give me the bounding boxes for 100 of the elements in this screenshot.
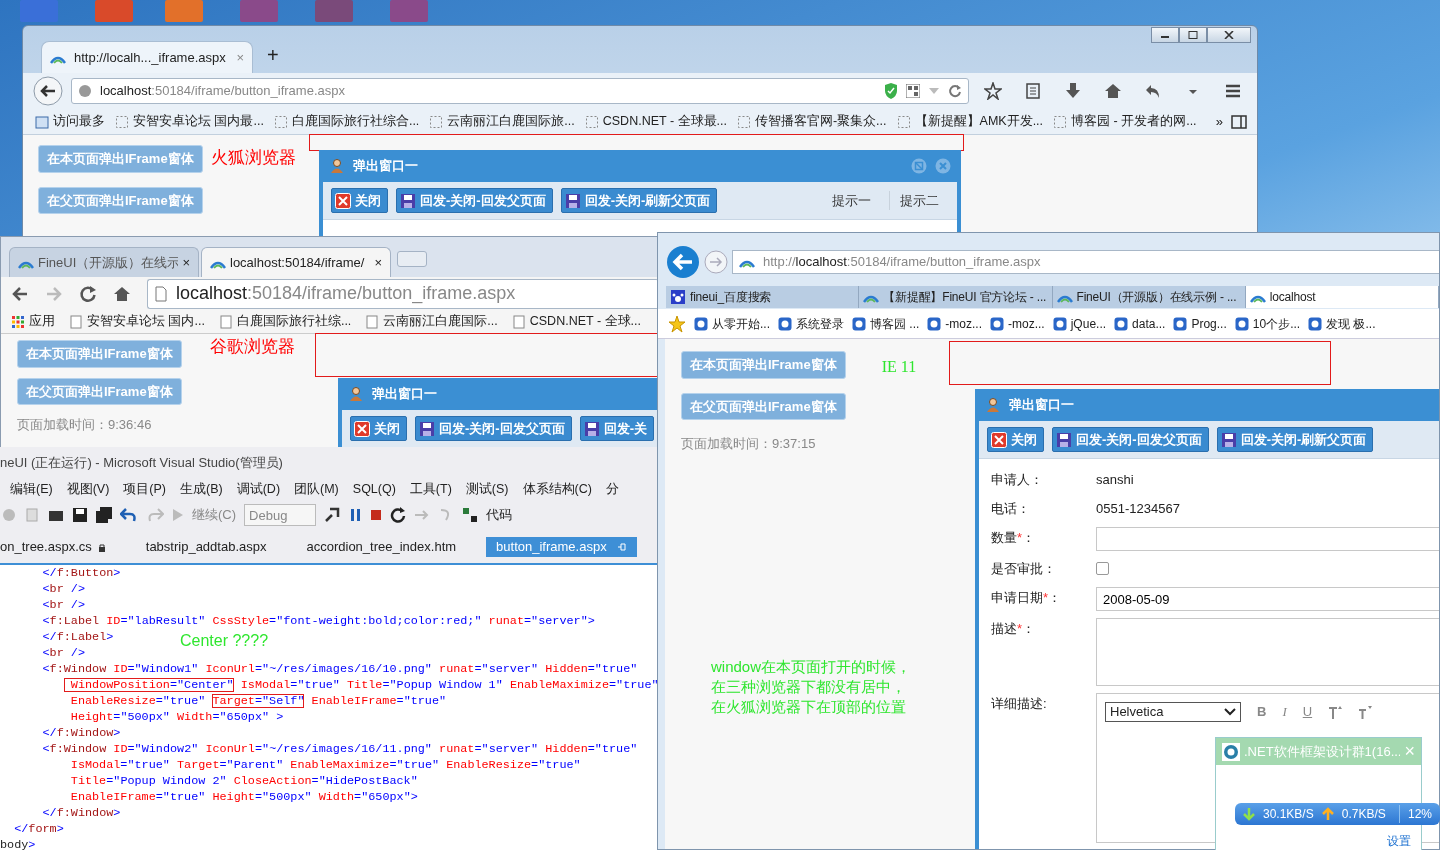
list-icon[interactable] xyxy=(1024,82,1042,100)
menu-item[interactable]: 生成(B) xyxy=(180,479,223,499)
bookmark-link[interactable]: 云南丽江白鹿国际旅... xyxy=(447,112,575,131)
favorite-link[interactable]: 从零开始... xyxy=(712,314,770,333)
tip-link[interactable]: 提示二 xyxy=(889,190,949,211)
maximize-icon xyxy=(1188,31,1198,39)
stop-icon[interactable] xyxy=(370,509,383,521)
toolbar-button[interactable]: 回发-关闭-刷新父页面 xyxy=(1216,426,1374,453)
download-icon[interactable] xyxy=(1064,82,1082,100)
maximize-button[interactable] xyxy=(1179,27,1207,43)
close-button[interactable] xyxy=(1207,27,1251,43)
bookmark-link[interactable]: 传智播客官网-聚集众... xyxy=(754,112,887,131)
favorite-link[interactable]: -moz... xyxy=(945,314,983,333)
home-icon[interactable] xyxy=(1104,82,1122,100)
star-icon[interactable] xyxy=(984,82,1002,100)
tip-link[interactable]: 提示一 xyxy=(822,190,881,211)
browser-tab[interactable]: FineUI（开源版）在线示例 - ... xyxy=(1052,286,1246,308)
tab-close-button[interactable]: × xyxy=(182,252,190,273)
menu-item[interactable]: SQL(Q) xyxy=(352,479,396,499)
minimize-button[interactable] xyxy=(1151,27,1179,43)
favorite-link[interactable]: 10个步... xyxy=(1252,314,1301,333)
menu-item[interactable]: 团队(M) xyxy=(294,479,339,499)
new-tab-button[interactable]: + xyxy=(267,39,279,70)
toolbar-button[interactable]: 关闭 xyxy=(331,187,388,214)
more-bookmarks-button[interactable]: » xyxy=(1215,111,1223,132)
bookmark-link[interactable]: 安智安卓论坛 国内... xyxy=(87,312,205,331)
browser-tab[interactable]: fineui_百度搜索 xyxy=(666,286,860,308)
reload-icon[interactable] xyxy=(79,284,97,303)
favorite-link[interactable]: jQue... xyxy=(1070,314,1107,333)
format-button[interactable]: I xyxy=(1282,702,1287,722)
floppy-icon[interactable] xyxy=(72,507,88,523)
undo-icon[interactable] xyxy=(120,507,138,523)
document-tab[interactable]: on_tree.aspx.cs xyxy=(0,537,116,557)
menu-item[interactable]: 测试(S) xyxy=(465,479,509,499)
menu-item[interactable]: 编辑(E) xyxy=(10,479,53,499)
favicon-icon xyxy=(694,316,708,331)
pause-icon[interactable] xyxy=(350,508,363,522)
favorite-link[interactable]: 系统登录 xyxy=(796,314,844,333)
toolbar-button[interactable]: 回发-关 xyxy=(579,415,654,442)
reload-icon[interactable] xyxy=(948,84,962,98)
bookmark-link[interactable]: 白鹿国际旅行社综... xyxy=(236,312,352,331)
user-icon xyxy=(985,397,1001,413)
text-decrease-icon[interactable] xyxy=(1358,705,1373,719)
favorite-link[interactable]: 发现 极... xyxy=(1326,314,1376,333)
browser-tab[interactable]: 【新提醒】FineUI 官方论坛 - ... xyxy=(859,286,1053,308)
settings-link[interactable]: 设置 xyxy=(1387,834,1411,848)
format-button[interactable]: B xyxy=(1257,702,1267,722)
pin-icon[interactable] xyxy=(616,542,627,552)
text-increase-icon[interactable] xyxy=(1328,705,1343,719)
favorite-link[interactable]: -moz... xyxy=(1008,314,1045,333)
favorite-link[interactable]: data... xyxy=(1132,314,1166,333)
menu-item[interactable]: 调试(D) xyxy=(236,479,281,499)
bookmark-link[interactable]: CSDN.NET - 全球最... xyxy=(602,112,727,131)
browser-tab[interactable]: localhost xyxy=(1245,286,1439,308)
document-tab[interactable]: accordion_tree_index.htm xyxy=(296,537,467,557)
input-field[interactable] xyxy=(1096,527,1439,551)
toolbar-button[interactable]: 关闭 xyxy=(987,426,1044,453)
home-icon[interactable] xyxy=(113,284,131,303)
sidebar-icon[interactable] xyxy=(1231,114,1247,129)
menu-item[interactable]: 项目(P) xyxy=(123,479,166,499)
qr-code-icon[interactable] xyxy=(906,84,920,98)
favorites-star-icon[interactable] xyxy=(668,314,686,333)
document-tab[interactable]: tabstrip_addtab.aspx xyxy=(135,537,277,557)
tab-close-button[interactable]: × xyxy=(374,252,382,273)
bookmark-link[interactable]: 访问最多 xyxy=(53,112,105,131)
page-icon xyxy=(273,114,288,129)
font-dropdown[interactable]: Helvetica xyxy=(1105,702,1241,722)
menu-icon[interactable] xyxy=(1224,82,1242,100)
load-time-text: 页面加载时间：9:37:15 xyxy=(681,435,817,453)
back-icon[interactable] xyxy=(11,284,29,303)
restart-icon[interactable] xyxy=(390,507,407,523)
menu-item[interactable]: 视图(V) xyxy=(66,479,110,499)
code-line: <br /> xyxy=(41,645,85,661)
toolbar-button[interactable]: 回发-关闭-回发父页面 xyxy=(415,415,572,442)
back-icon[interactable] xyxy=(33,76,63,106)
toolbar-button[interactable]: 回发-关闭-刷新父页面 xyxy=(560,187,718,214)
favorite-link[interactable]: 博客园 ... xyxy=(870,314,920,333)
bookmark-link[interactable]: 云南丽江白鹿国际... xyxy=(383,312,498,331)
toolbar-button[interactable]: 回发-关闭-回发父页面 xyxy=(396,187,553,214)
toolbar-button[interactable]: 回发-关闭-回发父页面 xyxy=(1052,426,1209,453)
code-map-button[interactable]: 代码 xyxy=(486,505,513,525)
menu-item[interactable]: 体系结构(C) xyxy=(522,479,592,499)
format-button[interactable]: U xyxy=(1302,702,1313,722)
browser-tab[interactable]: localhost:50184/iframe/ × xyxy=(201,247,391,277)
browser-tab[interactable]: http://localh..._iframe.aspx × xyxy=(41,41,253,73)
menu-item[interactable]: 分 xyxy=(605,479,619,499)
bookmark-link[interactable]: 安智安卓论坛 国内最... xyxy=(133,112,264,131)
bookmark-link[interactable]: 应用 xyxy=(29,312,55,331)
checkbox[interactable] xyxy=(1096,562,1109,575)
menu-item[interactable]: 工具(T) xyxy=(409,479,452,499)
bookmark-link[interactable]: 博客园 - 开发者的网... xyxy=(1071,112,1197,131)
toolbar-button[interactable]: 关闭 xyxy=(350,415,407,442)
input-field[interactable]: 2008-05-09 xyxy=(1096,587,1439,611)
code-line: <f:Window ID="Window2" IconUrl="~/res/images/16/11.png" runat="server" Hidden="true" xyxy=(41,741,638,757)
favorite-link[interactable]: Prog... xyxy=(1191,314,1227,333)
bookmark-link[interactable]: CSDN.NET - 全球... xyxy=(529,312,641,331)
bookmark-link[interactable]: 白鹿国际旅行社综合... xyxy=(291,112,420,131)
user-icon xyxy=(348,386,364,402)
bookmark-link[interactable]: 【新提醒】AMK开发... xyxy=(914,112,1044,131)
close-icon xyxy=(1224,31,1234,39)
